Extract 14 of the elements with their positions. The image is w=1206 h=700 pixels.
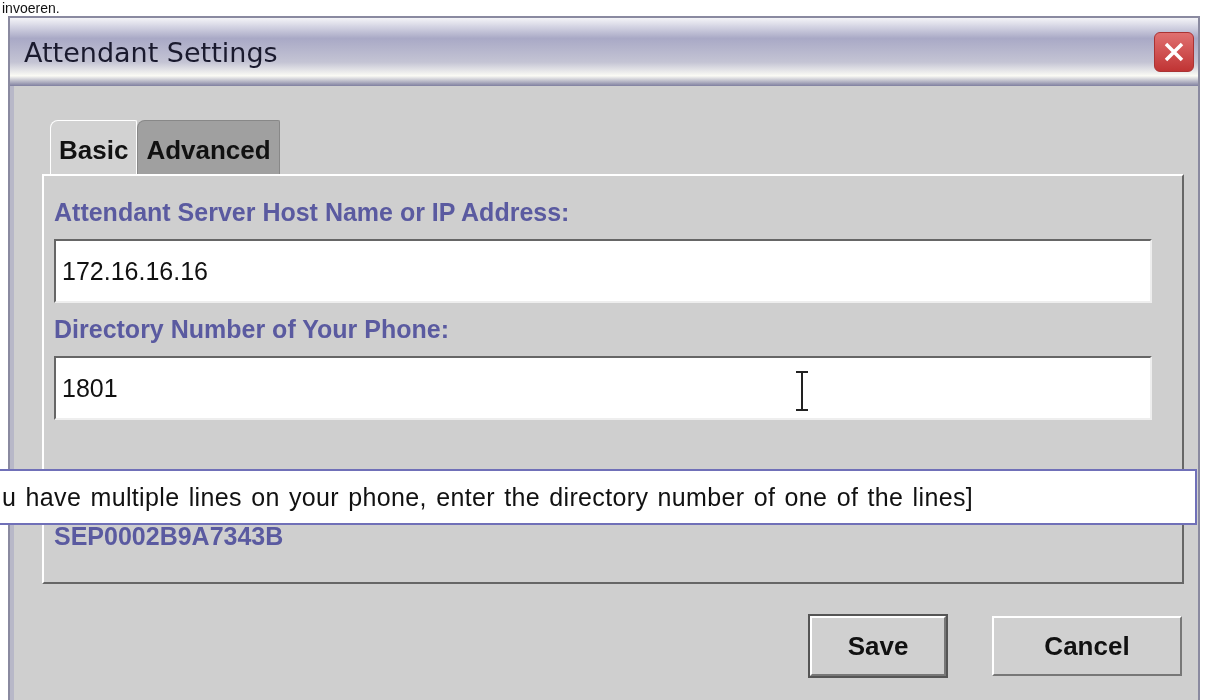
input-field[interactable]: 172.16.16.16 [54, 239, 1152, 303]
field-label: Attendant Server Host Name or IP Address: [54, 198, 571, 227]
cancel-button[interactable]: Cancel [992, 616, 1182, 676]
text-cursor-icon [794, 370, 810, 412]
tab[interactable]: Basic [50, 120, 138, 174]
mac-address-value: SEP0002B9A7343B [54, 522, 285, 551]
input-field[interactable]: 1801 [54, 356, 1152, 420]
save-button[interactable]: Save [810, 616, 946, 676]
field-label: Directory Number of Your Phone: [54, 315, 450, 344]
tab[interactable]: Advanced [137, 120, 280, 174]
close-button[interactable] [1154, 32, 1194, 72]
page-caption: invoeren. [1, 0, 61, 16]
tooltip: u have multiple lines on your phone, enter the directory number of one of the lines] [0, 469, 1197, 525]
window-title: Attendant Settings [24, 36, 278, 68]
